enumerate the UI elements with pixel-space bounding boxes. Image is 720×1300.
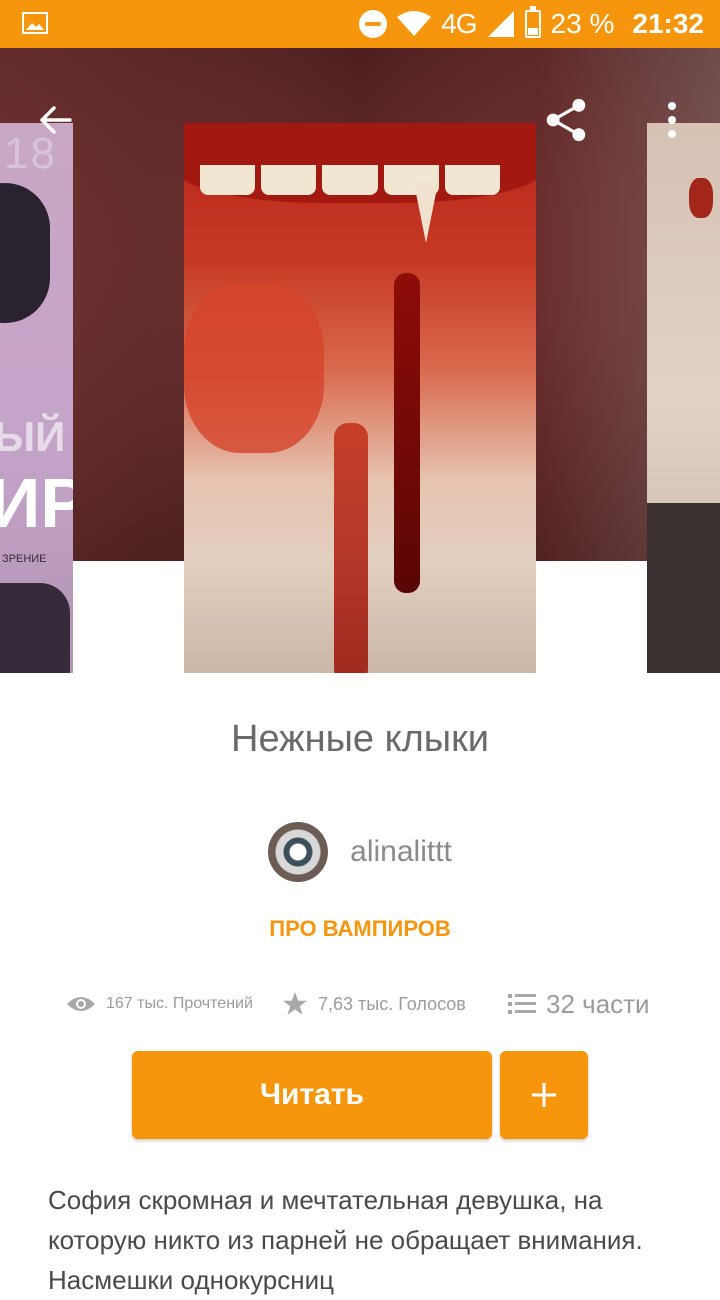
cover-carousel[interactable]: 18 ЫЙ ИР ЗРЕНИЕ xyxy=(0,48,720,673)
battery-level: 23 % xyxy=(550,8,615,39)
image-icon xyxy=(22,12,48,34)
parts-stat[interactable]: 32 части xyxy=(508,982,650,1026)
cover-current[interactable] xyxy=(184,123,536,673)
cover-subtitle: ЗРЕНИЕ xyxy=(2,553,47,565)
list-icon xyxy=(508,994,536,1014)
do-not-disturb-icon xyxy=(359,10,388,38)
plus-icon xyxy=(532,1083,556,1107)
back-arrow-icon xyxy=(40,106,72,134)
cover-previous[interactable]: 18 ЫЙ ИР ЗРЕНИЕ xyxy=(0,123,73,673)
votes-stat: 7,63 тыс. Голосов xyxy=(282,982,466,1026)
wifi-icon xyxy=(397,11,432,36)
signal-icon xyxy=(487,11,514,37)
avatar[interactable] xyxy=(268,822,329,882)
battery-icon xyxy=(524,6,541,38)
more-options-button[interactable] xyxy=(650,98,694,142)
back-button[interactable] xyxy=(34,98,78,142)
reads-count: 167 тыс. Прочтений xyxy=(106,995,253,1012)
story-tag[interactable]: ПРО ВАМПИРОВ xyxy=(0,916,720,942)
more-vert-icon xyxy=(668,102,676,138)
story-description: София скромная и мечтательная девушка, н… xyxy=(48,1185,643,1295)
read-button[interactable]: Читать xyxy=(132,1051,492,1139)
story-stats: 167 тыс. Прочтений 7,63 тыс. Голосов 32 … xyxy=(0,982,720,1026)
star-icon xyxy=(283,992,307,1015)
votes-count: 7,63 тыс. Голосов xyxy=(318,993,466,1014)
cover-title-line2: ИР xyxy=(0,464,73,542)
author-row[interactable]: alinalittt xyxy=(0,822,720,882)
cover-next[interactable] xyxy=(647,123,720,673)
add-to-library-button[interactable] xyxy=(500,1051,588,1139)
clock: 21:32 xyxy=(632,8,704,39)
parts-count: 32 части xyxy=(546,988,650,1019)
eye-icon xyxy=(67,997,95,1011)
status-bar: 4G 23 % 21:32 xyxy=(0,0,720,48)
reads-stat: 167 тыс. Прочтений xyxy=(66,982,253,1026)
network-type: 4G xyxy=(441,8,477,39)
share-button[interactable] xyxy=(544,98,588,142)
cover-title-line1: ЫЙ xyxy=(0,413,66,460)
author-name[interactable]: alinalittt xyxy=(350,835,452,869)
share-icon xyxy=(546,98,586,142)
story-title: Нежные клыки xyxy=(231,718,489,760)
